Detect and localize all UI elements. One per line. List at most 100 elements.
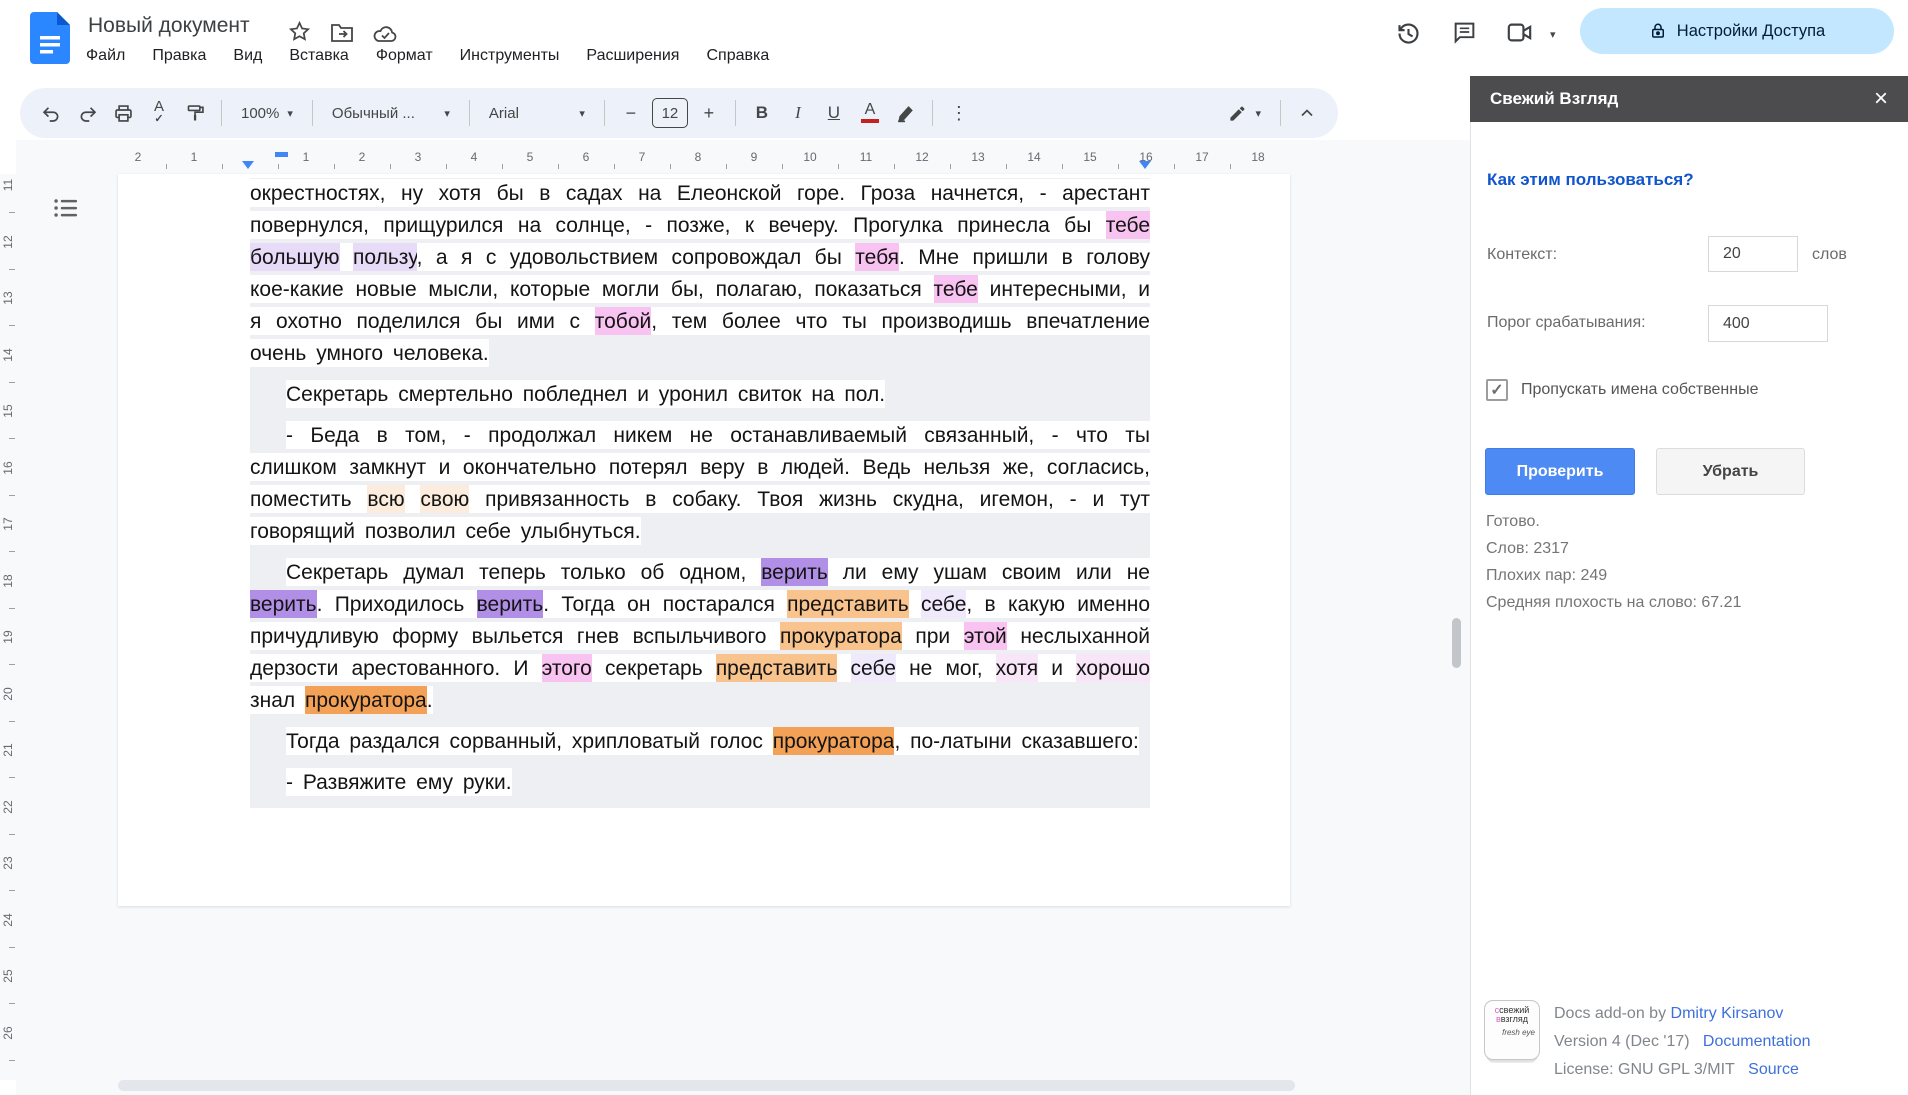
- highlighted-word: хорошо: [1076, 654, 1150, 682]
- ruler-number: 3: [415, 150, 422, 164]
- move-to-folder-icon[interactable]: [330, 22, 354, 44]
- doc-paragraph[interactable]: Секретарь думал теперь только об одном, …: [250, 557, 1150, 717]
- left-indent-marker[interactable]: [242, 161, 254, 169]
- addon-footer: ссвежий ввзгляд fresh eye Docs add-on by…: [1484, 1000, 1811, 1084]
- vertical-ruler[interactable]: 11121314151617181920212223242526: [0, 174, 16, 1080]
- font-size-input[interactable]: [652, 98, 688, 128]
- threshold-input[interactable]: [1708, 305, 1828, 342]
- highlight-color-button[interactable]: [891, 96, 921, 130]
- star-icon[interactable]: [288, 20, 311, 43]
- footer-line-version: Version 4 (Dec '17) Documentation: [1554, 1028, 1811, 1056]
- highlighted-word: прокуратора: [773, 727, 895, 755]
- cloud-saved-icon[interactable]: [372, 22, 399, 44]
- hide-menus-button[interactable]: [1292, 96, 1322, 130]
- ruler-tick: [9, 777, 15, 778]
- ruler-number: 2: [135, 150, 142, 164]
- text-color-bar: [861, 119, 879, 123]
- zoom-select[interactable]: 100% ▾: [233, 96, 301, 130]
- text-run: [340, 243, 353, 271]
- context-input[interactable]: [1708, 236, 1798, 272]
- menu-extensions[interactable]: Расширения: [586, 47, 679, 65]
- paint-format-button[interactable]: [180, 96, 210, 130]
- share-button[interactable]: Настройки Доступа: [1580, 8, 1894, 54]
- menu-help[interactable]: Справка: [706, 47, 769, 65]
- more-toolbar-options-button[interactable]: ⋮: [944, 96, 974, 130]
- vertical-scrollbar-thumb[interactable]: [1452, 618, 1461, 668]
- ruler-tick: [782, 164, 783, 169]
- chevron-down-icon: ▾: [579, 107, 585, 120]
- comments-icon[interactable]: [1452, 20, 1477, 45]
- highlighted-word: этой: [964, 622, 1007, 650]
- bold-button[interactable]: B: [747, 96, 777, 130]
- ruler-tick: [9, 269, 15, 270]
- version-history-icon[interactable]: [1395, 20, 1422, 47]
- chevron-down-icon: ▾: [444, 107, 450, 120]
- doc-paragraph[interactable]: Секретарь смертельно побледнел и уронил …: [250, 379, 1150, 411]
- document-page[interactable]: окрестностях, ну хотя бы в садах на Елео…: [118, 174, 1290, 906]
- horizontal-ruler[interactable]: 21123456789101112131415161718: [118, 150, 1290, 171]
- video-call-caret-icon[interactable]: ▾: [1550, 28, 1556, 41]
- decrease-font-size-button[interactable]: −: [616, 96, 646, 130]
- clear-button[interactable]: Убрать: [1656, 448, 1805, 495]
- doc-text-block[interactable]: окрестностях, ну хотя бы в садах на Елео…: [250, 178, 1150, 808]
- doc-paragraph[interactable]: - Беда в том, - продолжал никем не остан…: [250, 420, 1150, 548]
- menu-insert[interactable]: Вставка: [289, 47, 348, 65]
- document-title[interactable]: Новый документ: [88, 14, 250, 38]
- help-link[interactable]: Как этим пользоваться?: [1487, 170, 1694, 190]
- google-docs-logo[interactable]: [30, 12, 70, 64]
- menu-format[interactable]: Формат: [376, 47, 433, 65]
- check-button[interactable]: Проверить: [1485, 448, 1635, 495]
- text-run: .: [427, 686, 433, 714]
- ruler-tick: [9, 947, 15, 948]
- doc-paragraph[interactable]: Тогда раздался сорванный, хрипловатый го…: [250, 726, 1150, 758]
- underline-button[interactable]: U: [819, 96, 849, 130]
- close-icon[interactable]: ×: [1874, 89, 1888, 109]
- text-run: знал: [250, 686, 305, 714]
- ruler-tick: [334, 164, 335, 169]
- skip-proper-names-checkbox[interactable]: ✓: [1486, 379, 1508, 401]
- italic-button[interactable]: I: [783, 96, 813, 130]
- first-line-indent-marker[interactable]: [275, 152, 288, 157]
- ruler-tick: [726, 164, 727, 169]
- ruler-tick: [9, 495, 15, 496]
- redo-button[interactable]: [72, 96, 102, 130]
- print-button[interactable]: [108, 96, 138, 130]
- menu-edit[interactable]: Правка: [152, 47, 206, 65]
- ruler-number: 10: [803, 150, 816, 164]
- spellcheck-button[interactable]: A ✓: [144, 96, 174, 130]
- increase-font-size-button[interactable]: +: [694, 96, 724, 130]
- font-select[interactable]: Arial ▾: [481, 96, 593, 130]
- menu-bar: Файл Правка Вид Вставка Формат Инструмен…: [86, 47, 769, 65]
- editing-mode-button[interactable]: ▾: [1220, 96, 1269, 130]
- source-link[interactable]: Source: [1748, 1061, 1799, 1078]
- ruler-tick: [950, 164, 951, 169]
- ruler-number: 8: [695, 150, 702, 164]
- menu-tools[interactable]: Инструменты: [460, 47, 560, 65]
- undo-button[interactable]: [36, 96, 66, 130]
- ruler-number: 11: [1, 175, 15, 195]
- ruler-number: 24: [1, 910, 15, 930]
- menu-file[interactable]: Файл: [86, 47, 125, 65]
- documentation-link[interactable]: Documentation: [1703, 1033, 1811, 1050]
- video-call-icon[interactable]: [1506, 20, 1533, 45]
- highlighted-word: тобой: [595, 307, 652, 335]
- doc-paragraph[interactable]: - Развяжите ему руки.: [250, 767, 1150, 799]
- show-document-outline-button[interactable]: [52, 196, 80, 220]
- ruler-number: 4: [471, 150, 478, 164]
- ruler-number: 15: [1083, 150, 1096, 164]
- addon-logo: ссвежий ввзгляд fresh eye: [1484, 1000, 1540, 1060]
- ruler-number: 2: [359, 150, 366, 164]
- ruler-tick: [1062, 164, 1063, 169]
- ruler-tick: [222, 164, 223, 169]
- text-color-letter: A: [865, 101, 876, 118]
- highlighted-word: прокуратора: [305, 686, 427, 714]
- ruler-tick: [1230, 164, 1231, 169]
- doc-paragraph[interactable]: окрестностях, ну хотя бы в садах на Елео…: [250, 178, 1150, 370]
- ruler-tick: [9, 438, 15, 439]
- text-color-button[interactable]: A: [855, 96, 885, 130]
- styles-select[interactable]: Обычный ... ▾: [324, 96, 458, 130]
- highlighted-word: всю: [367, 485, 404, 513]
- author-link[interactable]: Dmitry Kirsanov: [1671, 1005, 1784, 1022]
- horizontal-scrollbar[interactable]: [118, 1080, 1295, 1091]
- menu-view[interactable]: Вид: [233, 47, 262, 65]
